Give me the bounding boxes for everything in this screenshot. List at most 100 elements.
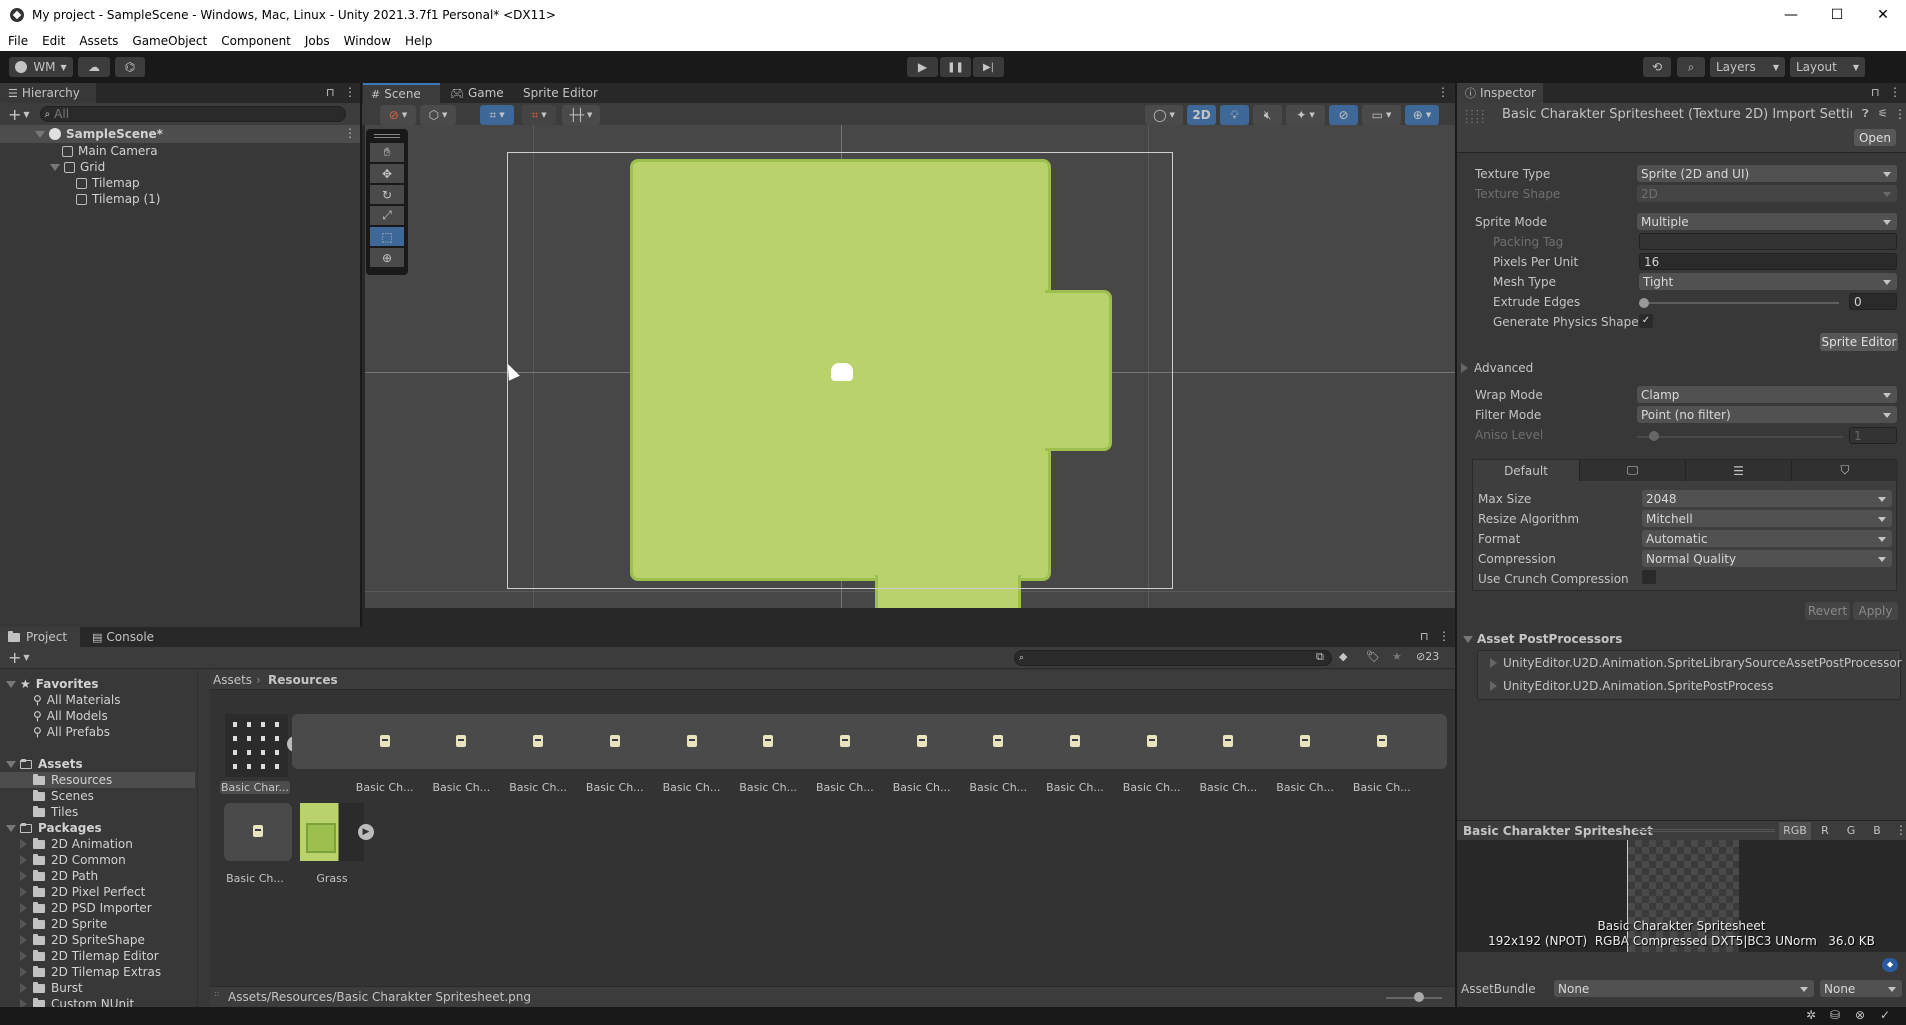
folder-tree-scrollbar[interactable] — [197, 670, 198, 1007]
tab-inspector[interactable]: ⓘ Inspector — [1457, 83, 1543, 103]
favorites-foldout[interactable]: ★ Favorites — [6, 676, 98, 692]
generate-physics-shape-checkbox[interactable]: ✓ — [1639, 314, 1653, 328]
crunch-compression-checkbox[interactable] — [1642, 570, 1656, 584]
icon-size-slider-knob[interactable] — [1414, 992, 1424, 1002]
menu-file[interactable]: File — [8, 34, 28, 48]
add-icon[interactable]: + — [8, 648, 21, 667]
character-sprite-icon[interactable] — [1223, 735, 1234, 747]
package-folder[interactable]: 2D SpriteShape — [20, 932, 145, 948]
scene-more-icon[interactable]: ⋮ — [344, 126, 356, 140]
asset-postprocessors-foldout[interactable]: Asset PostProcessors — [1463, 632, 1622, 646]
channel-r-button[interactable]: R — [1813, 822, 1837, 840]
tab-scene[interactable]: # Scene — [363, 83, 440, 103]
presets-icon[interactable]: ⚟ — [1878, 107, 1888, 120]
menu-edit[interactable]: Edit — [42, 34, 65, 48]
character-sprite-icon[interactable] — [686, 735, 697, 747]
project-search-input[interactable]: ⌕ — [1014, 650, 1332, 666]
draw-mode-dropdown[interactable]: ⊘ ▼ — [380, 105, 416, 125]
search-by-label-icon[interactable]: 🏷︎ — [1366, 650, 1380, 663]
character-sprite-icon[interactable] — [1300, 735, 1311, 747]
ruler-dropdown[interactable]: ┼┼ ▼ — [562, 105, 600, 125]
maximize-button[interactable]: ☐ — [1814, 0, 1860, 30]
render-mode-dropdown[interactable]: ◯ ▼ — [1145, 105, 1183, 125]
hierarchy-item-tilemap[interactable]: Tilemap — [76, 175, 140, 191]
folder-scenes[interactable]: Scenes — [33, 788, 94, 804]
package-folder[interactable]: 2D Animation — [20, 836, 133, 852]
package-folder[interactable]: Burst — [20, 980, 83, 996]
layout-dropdown[interactable]: Layout ▼ — [1790, 57, 1865, 77]
layers-dropdown[interactable]: Layers ▼ — [1710, 57, 1785, 77]
postprocessor-item[interactable]: UnityEditor.U2D.Animation.SpritePostProc… — [1490, 679, 1773, 693]
wrap-mode-dropdown[interactable]: Clamp — [1637, 386, 1897, 403]
menu-component[interactable]: Component — [221, 34, 291, 48]
package-folder[interactable]: 2D Sprite — [20, 916, 107, 932]
drag-handle-icon[interactable] — [374, 134, 400, 135]
toggle-2d-button[interactable]: 2D — [1187, 105, 1216, 125]
add-icon[interactable]: + — [8, 105, 21, 124]
character-sprite-icon[interactable] — [379, 735, 390, 747]
chevron-down-icon[interactable]: ▼ — [23, 653, 29, 662]
tool-transform[interactable]: ⊕ — [370, 248, 404, 267]
assetbundle-variant-dropdown[interactable]: None — [1820, 980, 1902, 997]
search-window-icon[interactable]: ⧉ — [1316, 650, 1324, 664]
account-dropdown[interactable]: WM ▼ — [9, 57, 73, 77]
platform-tab-server[interactable]: ☰ — [1685, 460, 1791, 481]
package-folder[interactable]: 2D Common — [20, 852, 126, 868]
more-options-icon[interactable]: ⋮ — [344, 85, 356, 99]
tab-hierarchy[interactable]: ☰ Hierarchy — [0, 83, 96, 103]
package-folder[interactable]: 2D Pixel Perfect — [20, 884, 145, 900]
tool-rect[interactable]: ⬚ — [370, 227, 404, 246]
audio-toggle[interactable]: 🔇︎ — [1253, 105, 1282, 125]
progress-check-icon[interactable]: ✓ — [1880, 1008, 1890, 1022]
undo-history-button[interactable]: ⟲ — [1643, 57, 1671, 77]
pixels-per-unit-input[interactable]: 16 — [1639, 253, 1897, 270]
platform-tab-webgl[interactable]: ⛉ — [1791, 460, 1898, 481]
favorite-star-icon[interactable]: ★ — [1392, 650, 1402, 663]
hierarchy-item-scene[interactable]: SampleScene* — [35, 126, 163, 142]
menu-gameobject[interactable]: GameObject — [132, 34, 207, 48]
sprite-editor-button[interactable]: Sprite Editor — [1820, 333, 1898, 351]
chevron-down-icon[interactable]: ▼ — [23, 110, 29, 119]
scene-visibility-toggle[interactable]: ⊘ — [1329, 105, 1358, 125]
filter-mode-dropdown[interactable]: Point (no filter) — [1637, 406, 1897, 423]
channel-b-button[interactable]: B — [1865, 822, 1889, 840]
collab-button[interactable]: ⌬ — [115, 57, 145, 77]
extrude-edges-slider[interactable] — [1642, 302, 1839, 304]
assets-foldout[interactable]: Assets — [6, 756, 83, 772]
play-button[interactable]: ▶ — [907, 57, 938, 77]
packing-tag-input[interactable] — [1639, 233, 1897, 250]
lock-icon[interactable]: ⊓ — [1420, 630, 1429, 643]
package-folder[interactable]: 2D Tilemap Editor — [20, 948, 159, 964]
label-tag-icon[interactable]: ⬥ — [1882, 958, 1898, 972]
menu-window[interactable]: Window — [344, 34, 391, 48]
platform-tab-standalone[interactable]: 🖵︎ — [1579, 460, 1685, 481]
cache-server-icon[interactable]: ⛁ — [1830, 1008, 1840, 1022]
tool-scale[interactable]: ⤢ — [370, 206, 404, 225]
more-options-icon[interactable]: ⋮ — [1889, 85, 1901, 99]
compression-dropdown[interactable]: Normal Quality — [1642, 550, 1892, 567]
lock-icon[interactable]: ⊓ — [326, 86, 335, 99]
asset-thumb-grass[interactable] — [300, 803, 364, 861]
folder-resources[interactable]: Resources — [33, 772, 112, 788]
package-folder[interactable]: 2D Path — [20, 868, 98, 884]
favorite-all-models[interactable]: ⚲ All Models — [33, 708, 108, 724]
menu-jobs[interactable]: Jobs — [305, 34, 330, 48]
grid-snap-toggle[interactable]: ⌗ ▼ — [480, 105, 514, 125]
camera-dropdown[interactable]: ▭ ▼ — [1362, 105, 1401, 125]
search-by-type-icon[interactable]: ◆ — [1339, 650, 1347, 663]
favorite-all-materials[interactable]: ⚲ All Materials — [33, 692, 121, 708]
expand-arrow-icon[interactable] — [35, 130, 45, 138]
character-sprite-icon[interactable] — [839, 735, 850, 747]
incremental-snap-toggle[interactable]: ⌗ ▼ — [522, 105, 556, 125]
scene-viewport[interactable] — [365, 125, 1455, 608]
expand-arrow-icon[interactable] — [50, 163, 60, 171]
folder-tiles[interactable]: Tiles — [33, 804, 78, 820]
package-folder[interactable]: 2D Tilemap Extras — [20, 964, 161, 980]
character-sprite-icon[interactable] — [609, 735, 620, 747]
tab-project[interactable]: Project — [0, 627, 80, 647]
mesh-type-dropdown[interactable]: Tight — [1639, 273, 1897, 290]
hierarchy-item-tilemap-1[interactable]: Tilemap (1) — [76, 191, 160, 207]
lighting-toggle[interactable]: 💡︎ — [1220, 105, 1249, 125]
minimize-button[interactable]: — — [1768, 0, 1814, 30]
shading-dropdown[interactable]: ⬡ ▼ — [420, 105, 456, 125]
